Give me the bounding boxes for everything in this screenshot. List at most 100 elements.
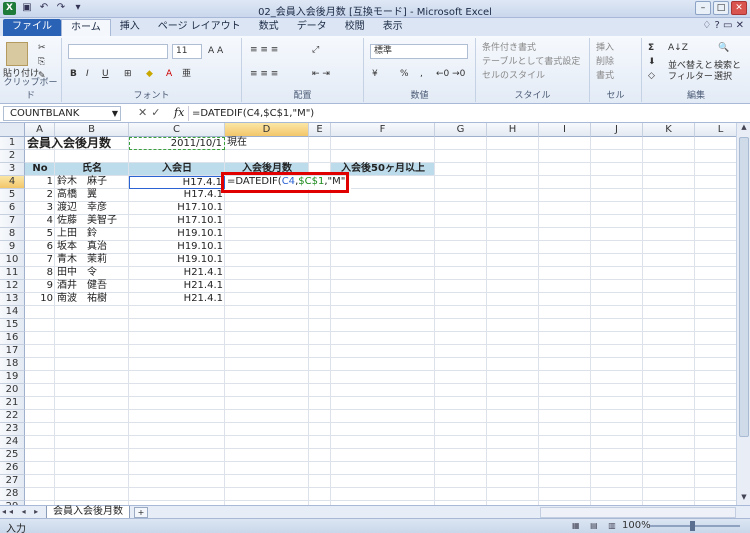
conditional-format-button[interactable]: 条件付き書式 <box>482 42 536 54</box>
column-header[interactable]: F <box>331 123 435 137</box>
member-join-date[interactable]: H17.4.1 <box>129 176 225 189</box>
base-date-suffix[interactable]: 現在 <box>225 137 309 150</box>
insert-function-icon[interactable]: fx <box>174 106 184 119</box>
tab-review[interactable]: 校閲 <box>336 19 374 36</box>
bold-icon[interactable]: B <box>70 68 77 80</box>
worksheet-grid[interactable]: A B C D E F G H I J K L 1 2 3 4 5 6 7 8 9 10 11 12 13 14 15 16 17 18 1… <box>0 123 736 505</box>
zoom-level[interactable]: 100% <box>622 520 651 531</box>
fill-icon[interactable]: ⬇ <box>648 56 656 68</box>
row-header[interactable]: 14 <box>0 306 25 319</box>
row-header[interactable]: 10 <box>0 254 25 267</box>
row-header[interactable]: 2 <box>0 150 25 163</box>
row-header[interactable]: 4 <box>0 176 25 189</box>
member-no[interactable]: 4 <box>25 215 55 228</box>
header-no[interactable]: No <box>25 163 55 176</box>
member-no[interactable]: 5 <box>25 228 55 241</box>
paste-icon[interactable] <box>6 42 28 66</box>
row-header[interactable]: 15 <box>0 319 25 332</box>
row-header[interactable]: 28 <box>0 488 25 501</box>
view-buttons[interactable]: ▦ ▤ ▥ <box>572 521 620 530</box>
member-no[interactable]: 2 <box>25 189 55 202</box>
find-select-icon[interactable]: 🔍 <box>718 42 729 54</box>
row-header[interactable]: 1 <box>0 137 25 150</box>
member-name[interactable]: 上田 鈴 <box>55 228 129 241</box>
member-join-date[interactable]: H19.10.1 <box>129 241 225 254</box>
enter-icon[interactable]: ✓ <box>151 106 164 119</box>
row-header[interactable]: 17 <box>0 345 25 358</box>
close-icon[interactable]: ✕ <box>731 1 747 15</box>
member-no[interactable]: 10 <box>25 293 55 306</box>
column-header[interactable]: J <box>591 123 643 137</box>
sort-filter-icon[interactable]: A↓Z <box>668 42 688 54</box>
row-header[interactable]: 6 <box>0 202 25 215</box>
chevron-down-icon[interactable]: ▼ <box>112 107 118 120</box>
member-no[interactable]: 7 <box>25 254 55 267</box>
row-header[interactable]: 25 <box>0 449 25 462</box>
row-header[interactable]: 5 <box>0 189 25 202</box>
row-header[interactable]: 13 <box>0 293 25 306</box>
font-grow-icon[interactable]: A A <box>208 45 223 57</box>
formula-input[interactable]: =DATEDIF(C4,$C$1,"M") <box>188 106 732 121</box>
row-header[interactable]: 27 <box>0 475 25 488</box>
comma-icon[interactable]: , <box>420 68 423 80</box>
decimal-icon[interactable]: ←0 →0 <box>436 68 465 80</box>
new-sheet-icon[interactable]: + <box>134 507 148 518</box>
scroll-down-icon[interactable]: ▼ <box>737 493 750 505</box>
member-join-date[interactable]: H17.10.1 <box>129 202 225 215</box>
font-name-input[interactable] <box>68 44 168 59</box>
member-join-date[interactable]: H21.4.1 <box>129 267 225 280</box>
name-box[interactable]: COUNTBLANK ▼ <box>3 106 121 121</box>
row-header[interactable]: 24 <box>0 436 25 449</box>
row-header[interactable]: 21 <box>0 397 25 410</box>
cell-styles-button[interactable]: セルのスタイル <box>482 70 545 82</box>
horizontal-scrollbar[interactable] <box>540 507 736 518</box>
cut-icon[interactable]: ✂ <box>38 42 46 54</box>
orientation-icon[interactable]: ⤢ <box>312 44 319 56</box>
vertical-scrollbar[interactable]: ▲ ▼ <box>736 123 750 505</box>
clear-icon[interactable]: ◇ <box>648 70 655 82</box>
tab-formulas[interactable]: 数式 <box>250 19 288 36</box>
select-all-corner[interactable] <box>0 123 25 137</box>
row-header[interactable]: 22 <box>0 410 25 423</box>
number-format-select[interactable]: 標準 <box>370 44 468 59</box>
row-header[interactable]: 9 <box>0 241 25 254</box>
member-name[interactable]: 田中 令 <box>55 267 129 280</box>
member-name[interactable]: 酒井 健吾 <box>55 280 129 293</box>
row-header[interactable]: 19 <box>0 371 25 384</box>
member-name[interactable]: 青木 茉莉 <box>55 254 129 267</box>
header-join-date[interactable]: 入会日 <box>129 163 225 176</box>
zoom-slider-handle[interactable] <box>690 521 695 531</box>
row-header[interactable]: 11 <box>0 267 25 280</box>
autosum-icon[interactable]: Σ <box>648 42 654 54</box>
member-join-date[interactable]: H17.4.1 <box>129 189 225 202</box>
copy-icon[interactable]: ⎘ <box>38 56 45 68</box>
sheet-title[interactable]: 会員入会後月数 <box>25 137 129 151</box>
font-size-input[interactable]: 11 <box>172 44 202 59</box>
column-header[interactable]: D <box>225 123 309 137</box>
phonetic-icon[interactable]: 亜 <box>182 68 191 80</box>
scroll-thumb[interactable] <box>739 137 749 437</box>
tab-home[interactable]: ホーム <box>61 19 111 36</box>
currency-icon[interactable]: ¥ <box>372 68 378 80</box>
zoom-slider[interactable] <box>650 525 740 527</box>
column-header[interactable]: C <box>129 123 225 137</box>
column-header[interactable]: E <box>309 123 331 137</box>
border-icon[interactable]: ⊞ <box>124 68 132 80</box>
fill-color-icon[interactable]: ◆ <box>146 68 153 80</box>
member-name[interactable]: 南波 祐樹 <box>55 293 129 306</box>
row-header[interactable]: 26 <box>0 462 25 475</box>
member-no[interactable]: 6 <box>25 241 55 254</box>
column-header[interactable]: K <box>643 123 695 137</box>
tab-page-layout[interactable]: ページ レイアウト <box>149 19 250 36</box>
column-header[interactable]: B <box>55 123 129 137</box>
member-join-date[interactable]: H19.10.1 <box>129 254 225 267</box>
column-header[interactable]: G <box>435 123 487 137</box>
row-header[interactable]: 23 <box>0 423 25 436</box>
member-no[interactable]: 9 <box>25 280 55 293</box>
member-name[interactable]: 坂本 真治 <box>55 241 129 254</box>
row-header[interactable]: 18 <box>0 358 25 371</box>
row-header[interactable]: 12 <box>0 280 25 293</box>
base-date-cell[interactable]: 2011/10/1 <box>129 137 225 150</box>
row-header[interactable]: 3 <box>0 163 25 176</box>
help-icon[interactable]: ♢ ? ▭ ✕ <box>702 20 744 31</box>
